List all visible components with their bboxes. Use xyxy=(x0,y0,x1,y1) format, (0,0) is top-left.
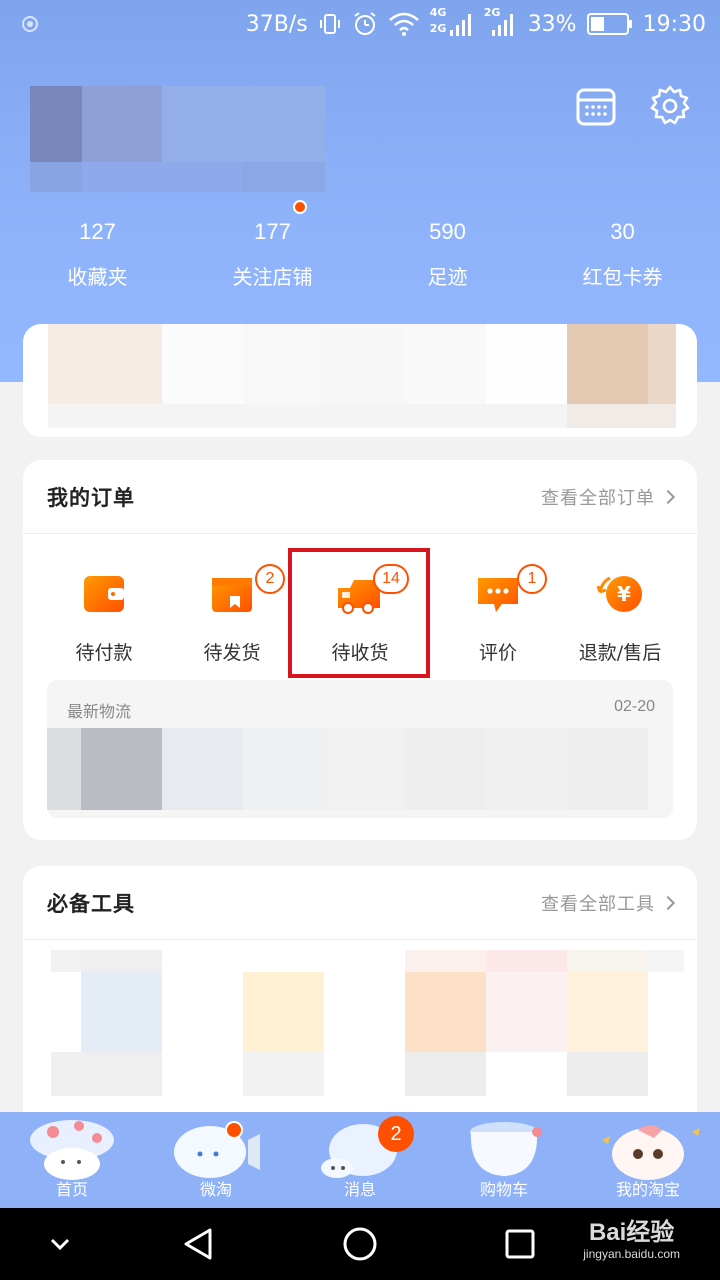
stat-favorites[interactable]: 127 收藏夹 xyxy=(10,214,185,304)
tab-my-taobao[interactable]: 我的淘宝 xyxy=(576,1112,720,1208)
mushroom-mascot-icon xyxy=(30,1120,114,1180)
stat-followed-shops[interactable]: 177 关注店铺 xyxy=(185,214,360,304)
bottom-tab-bar: 首页 微淘 2 消息 购物车 我的淘宝 xyxy=(0,1112,720,1208)
recents-square-icon[interactable] xyxy=(500,1224,540,1264)
home-circle-icon[interactable] xyxy=(340,1224,380,1264)
tools-grid-blurred[interactable] xyxy=(23,950,697,1126)
wallet-icon xyxy=(84,576,124,612)
tab-messages[interactable]: 2 消息 xyxy=(288,1112,432,1208)
new-follow-dot xyxy=(293,200,307,214)
highlight-box xyxy=(288,548,430,678)
battery-icon xyxy=(586,13,632,35)
tab-weitao[interactable]: 微淘 xyxy=(144,1112,288,1208)
speaker-mascot-icon xyxy=(174,1121,260,1178)
cart-mascot-icon xyxy=(470,1122,542,1176)
battery-percent: 33% xyxy=(527,11,577,37)
shipment-badge: 2 xyxy=(255,564,285,594)
alarm-icon xyxy=(354,12,376,35)
latest-logistics-panel[interactable]: 最新物流 02-20 xyxy=(47,680,673,818)
svg-text:¥: ¥ xyxy=(617,582,631,606)
net-speed: 37B/s xyxy=(245,11,308,37)
stat-coupons[interactable]: 30 红包卡券 xyxy=(535,214,710,304)
logistics-blurred xyxy=(47,728,673,810)
signal-4g-icon: 4G 2G xyxy=(430,6,474,40)
tools-header: 必备工具 查看全部工具 xyxy=(23,866,697,940)
tools-title: 必备工具 xyxy=(47,891,135,916)
package-icon xyxy=(212,578,252,612)
messages-badge: 2 xyxy=(378,1116,414,1152)
order-pending-payment[interactable]: 待付款 xyxy=(39,546,169,666)
calendar-icon[interactable] xyxy=(574,84,618,128)
stats-row: 127 收藏夹 177 关注店铺 590 足迹 30 红包卡券 xyxy=(0,214,720,304)
signal-2g-icon: 2G xyxy=(484,6,518,40)
baidu-jingyan-watermark: Bai经验 jingyan.baidu.com xyxy=(583,1219,680,1261)
vibrate-icon xyxy=(319,14,340,34)
stat-footprints[interactable]: 590 足迹 xyxy=(360,214,535,304)
chevron-down-icon[interactable] xyxy=(40,1224,80,1264)
tab-cart[interactable]: 购物车 xyxy=(432,1112,576,1208)
chevron-right-icon xyxy=(660,489,676,504)
chevron-right-icon xyxy=(660,895,676,910)
status-bar: 37B/s 4G 2G 2G 33% 19:30 xyxy=(0,0,720,48)
essential-tools-card: 必备工具 查看全部工具 xyxy=(23,866,697,1126)
settings-gear-icon[interactable] xyxy=(648,84,692,128)
view-all-tools-link[interactable]: 查看全部工具 xyxy=(541,890,676,916)
membership-banner-blurred[interactable] xyxy=(23,324,697,437)
profile-mascot-icon xyxy=(602,1125,700,1180)
app-notification-icon xyxy=(22,16,38,32)
clock: 19:30 xyxy=(642,11,706,37)
comment-icon xyxy=(478,578,518,612)
refund-icon: ¥ xyxy=(596,576,642,612)
tab-home[interactable]: 首页 xyxy=(0,1112,144,1208)
orders-header: 我的订单 查看全部订单 xyxy=(23,460,697,534)
wifi-icon xyxy=(388,12,419,36)
view-all-orders-link[interactable]: 查看全部订单 xyxy=(541,484,676,510)
back-triangle-icon[interactable] xyxy=(180,1224,220,1264)
review-badge: 1 xyxy=(517,564,547,594)
user-profile-blurred[interactable] xyxy=(30,86,325,192)
order-review[interactable]: 1 评价 xyxy=(433,546,563,666)
system-nav-bar: Bai经验 jingyan.baidu.com xyxy=(0,1208,720,1280)
order-pending-shipment[interactable]: 2 待发货 xyxy=(167,546,297,666)
order-refund[interactable]: ¥ 退款/售后 xyxy=(555,546,685,666)
orders-title: 我的订单 xyxy=(47,485,135,510)
